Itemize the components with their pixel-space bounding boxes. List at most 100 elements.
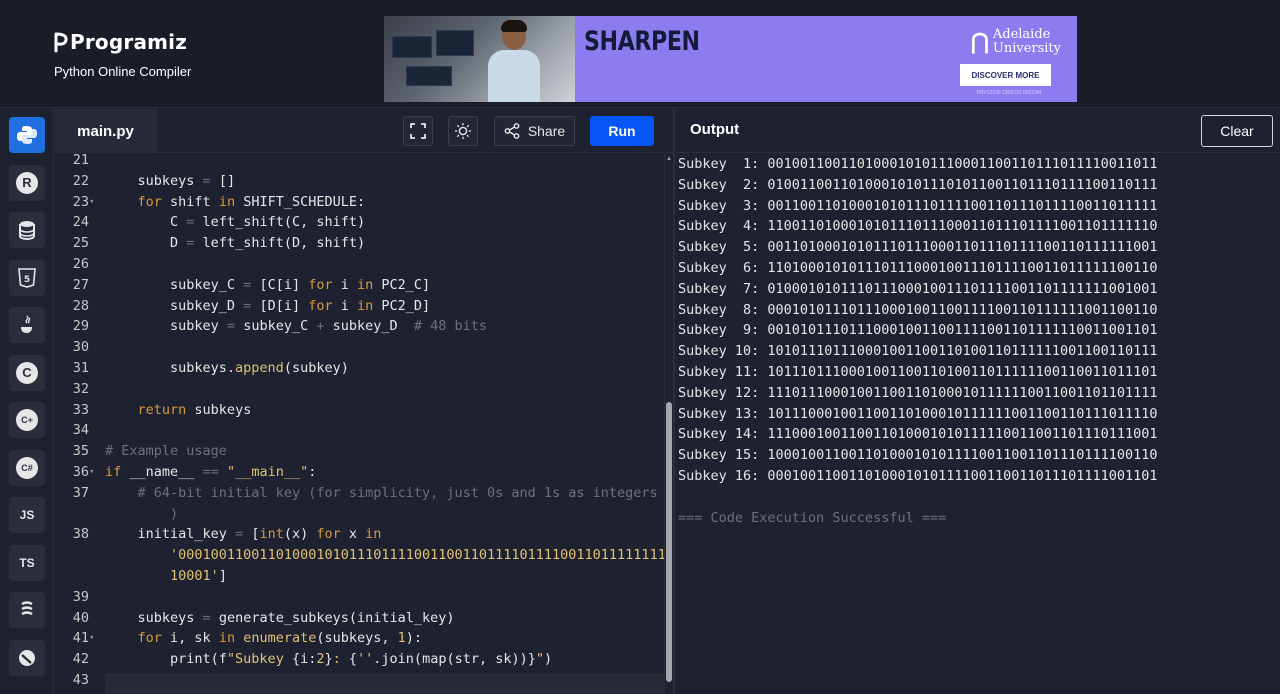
scrollbar-thumb[interactable] bbox=[666, 402, 672, 682]
code-text: for i, sk in enumerate(subkeys, 1): bbox=[137, 630, 423, 647]
code-line[interactable]: 23 ▾ for shift in SHIFT_SCHEDULE: bbox=[55, 192, 664, 213]
fold-gutter bbox=[89, 504, 105, 525]
code-line[interactable]: 26 bbox=[55, 254, 664, 275]
language-html-button[interactable]: 5 bbox=[9, 259, 45, 296]
code-text: '000100110011010001010111011110011001101… bbox=[170, 547, 664, 564]
code-line[interactable]: 31 subkeys.append(subkey) bbox=[55, 358, 664, 379]
run-button[interactable]: Run bbox=[590, 116, 654, 146]
fullscreen-button[interactable] bbox=[403, 116, 433, 146]
programiz-logo[interactable]: Programiz bbox=[54, 30, 191, 54]
python-icon bbox=[16, 124, 38, 146]
university-mark-icon: ⋂ bbox=[970, 29, 989, 54]
output-line: Subkey 12: 11101110001001100110100010111… bbox=[678, 384, 1158, 401]
code-line[interactable]: 39 bbox=[55, 587, 664, 608]
code-line[interactable]: 33 return subkeys bbox=[55, 400, 664, 421]
code-line[interactable]: 38 initial_key = [int(x) for x in bbox=[55, 524, 664, 545]
code-line[interactable]: 35 # Example usage bbox=[55, 441, 664, 462]
fold-gutter bbox=[89, 254, 105, 275]
code-line[interactable]: 21 bbox=[55, 154, 664, 171]
code-line[interactable]: 43 bbox=[55, 670, 664, 691]
svg-text:5: 5 bbox=[24, 275, 30, 285]
code-line[interactable]: 40 subkeys = generate_subkeys(initial_ke… bbox=[55, 608, 664, 629]
output-line: Subkey 14: 11100010011001101000101011111… bbox=[678, 426, 1158, 443]
clear-button[interactable]: Clear bbox=[1201, 115, 1273, 147]
code-line[interactable]: 32 bbox=[55, 379, 664, 400]
code-line[interactable]: 36 ▾ if __name__ == "__main__": bbox=[55, 462, 664, 483]
fold-toggle-icon[interactable]: ▾ bbox=[89, 628, 105, 649]
sun-icon bbox=[455, 123, 471, 139]
language-sql-button[interactable] bbox=[9, 212, 45, 248]
code-text: # Example usage bbox=[105, 443, 227, 460]
line-number: 40 bbox=[72, 609, 89, 626]
code-line[interactable]: 28 subkey_D = [D[i] for i in PC2_D] bbox=[55, 296, 664, 317]
code-line[interactable]: 25 D = left_shift(D, shift) bbox=[55, 233, 664, 254]
line-number: 24 bbox=[72, 214, 89, 231]
scroll-up-icon[interactable]: ▲ bbox=[666, 156, 672, 162]
fold-gutter bbox=[89, 337, 105, 358]
language-js-button[interactable]: JS bbox=[9, 497, 45, 533]
fold-gutter bbox=[89, 212, 105, 233]
code-text: if __name__ == "__main__": bbox=[105, 464, 317, 480]
line-number: 38 bbox=[72, 526, 89, 543]
language-go-button[interactable] bbox=[9, 592, 45, 628]
fold-gutter bbox=[89, 545, 105, 566]
line-number: 30 bbox=[72, 339, 89, 356]
output-line: Subkey 10: 10101110111000100110011010011… bbox=[678, 343, 1158, 360]
language-swift-button[interactable] bbox=[9, 639, 45, 676]
code-line[interactable]: 37 # 64-bit initial key (for simplicity,… bbox=[55, 483, 664, 504]
fold-gutter bbox=[89, 483, 105, 504]
fold-gutter bbox=[89, 233, 105, 254]
code-line[interactable]: 24 C = left_shift(C, shift) bbox=[55, 212, 664, 233]
line-number: 43 bbox=[72, 672, 89, 688]
editor-scrollbar[interactable]: ▲ bbox=[664, 154, 673, 694]
line-number: 42 bbox=[72, 651, 89, 668]
ad-discover-button[interactable]: DISCOVER MORE bbox=[960, 64, 1051, 86]
ad-person bbox=[488, 20, 540, 102]
code-line[interactable]: 42 print(f"Subkey {i:2}: {''.join(map(st… bbox=[55, 649, 664, 670]
fold-toggle-icon[interactable]: ▾ bbox=[89, 192, 105, 213]
fold-gutter bbox=[89, 296, 105, 317]
code-text: subkeys.append(subkey) bbox=[105, 360, 349, 376]
code-line[interactable]: 22 subkeys = [] bbox=[55, 171, 664, 192]
ts-icon: TS bbox=[19, 555, 35, 570]
code-line[interactable]: 34 bbox=[55, 420, 664, 441]
code-line[interactable]: 41 ▾ for i, sk in enumerate(subkeys, 1): bbox=[55, 628, 664, 649]
language-java-button[interactable] bbox=[9, 307, 45, 343]
code-text: initial_key = [int(x) for x in bbox=[105, 526, 382, 543]
fold-gutter bbox=[89, 275, 105, 296]
code-line[interactable]: '000100110011010001010111011110011001101… bbox=[55, 545, 664, 566]
theme-toggle-button[interactable] bbox=[448, 116, 478, 146]
language-ts-button[interactable]: TS bbox=[9, 544, 45, 581]
file-tab[interactable]: main.py bbox=[55, 109, 157, 153]
fullscreen-icon bbox=[410, 123, 426, 139]
language-c-button[interactable]: C bbox=[9, 354, 45, 391]
share-button[interactable]: Share bbox=[494, 116, 575, 146]
line-number: 29 bbox=[72, 318, 89, 335]
r-icon: R bbox=[16, 171, 38, 194]
ad-banner[interactable]: SHARPEN ⋂ Adelaide University DISCOVER M… bbox=[384, 16, 1077, 102]
line-number: 25 bbox=[72, 235, 89, 252]
code-line[interactable]: 10001'] bbox=[55, 566, 664, 587]
fold-gutter bbox=[89, 670, 105, 691]
code-line[interactable]: 29 subkey = subkey_C + subkey_D # 48 bit… bbox=[55, 316, 664, 337]
code-line[interactable]: ) bbox=[55, 504, 664, 525]
language-r-button[interactable]: R bbox=[9, 164, 45, 201]
cpp-icon: C+ bbox=[16, 409, 38, 431]
code-line[interactable]: 27 subkey_C = [C[i] for i in PC2_C] bbox=[55, 275, 664, 296]
language-python-button[interactable] bbox=[9, 117, 45, 153]
brand[interactable]: Programiz Python Online Compiler bbox=[54, 30, 191, 79]
fold-gutter bbox=[89, 524, 105, 545]
language-csharp-button[interactable]: C# bbox=[9, 449, 45, 486]
share-icon bbox=[504, 123, 520, 139]
fold-toggle-icon[interactable]: ▾ bbox=[89, 462, 105, 483]
programiz-mark-icon bbox=[54, 32, 68, 53]
output-title: Output bbox=[690, 121, 740, 138]
csharp-icon: C# bbox=[16, 456, 38, 479]
line-number: 39 bbox=[72, 588, 89, 605]
code-editor[interactable]: 21 22 subkeys = [] 23 ▾ for shift in SHIFT… bbox=[55, 154, 664, 694]
line-number: 27 bbox=[72, 276, 89, 293]
line-number: 23 bbox=[72, 193, 89, 210]
code-line[interactable]: 30 bbox=[55, 337, 664, 358]
fold-gutter bbox=[89, 587, 105, 608]
language-cpp-button[interactable]: C+ bbox=[9, 402, 45, 438]
